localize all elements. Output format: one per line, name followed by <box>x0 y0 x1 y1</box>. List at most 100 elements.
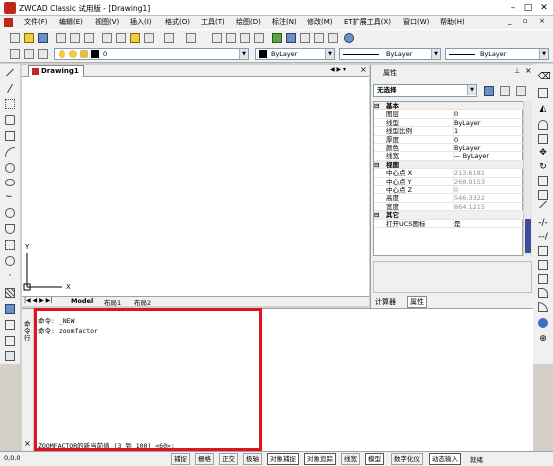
quick-select-icon[interactable] <box>516 86 526 96</box>
lineweight-dropdown[interactable]: ByLayer ▼ <box>445 48 549 60</box>
calculator-icon[interactable] <box>328 33 338 43</box>
pan-icon[interactable] <box>212 33 222 43</box>
print-icon[interactable] <box>56 33 66 43</box>
mirror-icon[interactable]: ◭ <box>538 104 548 114</box>
status-model[interactable]: 模型 <box>365 453 384 465</box>
cloud-icon[interactable] <box>5 208 15 218</box>
property-row[interactable]: 线宽 — ByLayer <box>374 152 524 161</box>
command-close-icon[interactable]: × <box>24 439 31 448</box>
polyline-icon[interactable] <box>5 99 15 109</box>
stretch-icon[interactable] <box>538 190 548 200</box>
property-value[interactable]: 1 <box>454 127 458 135</box>
copy-object-icon[interactable] <box>538 88 548 98</box>
lengthen-icon[interactable] <box>539 200 547 209</box>
menu-draw[interactable]: 绘图(D) <box>236 17 261 27</box>
menu-tools[interactable]: 工具(T) <box>201 17 225 27</box>
collapse-icon[interactable]: ⊟ <box>374 211 379 219</box>
tool-palettes-icon[interactable] <box>300 33 310 43</box>
property-category[interactable]: ⊟ 基本 <box>374 102 524 111</box>
tab-model[interactable]: Model <box>71 297 93 305</box>
tab-close-icon[interactable]: × <box>360 65 367 74</box>
menu-insert[interactable]: 插入(I) <box>130 17 152 27</box>
linetype-dropdown[interactable]: ByLayer ▼ <box>339 48 441 60</box>
menu-format[interactable]: 格式(O) <box>165 17 190 27</box>
layout-nav-arrows-icon[interactable]: |◀ ◀ ▶ ▶| <box>24 297 52 304</box>
xline-icon[interactable] <box>7 83 13 94</box>
property-value[interactable]: 0 <box>454 110 458 118</box>
property-row[interactable]: 线型比例 1 <box>374 127 524 136</box>
status-ortho[interactable]: 正交 <box>219 453 238 465</box>
undo-icon[interactable] <box>164 33 174 43</box>
join-icon[interactable] <box>538 274 548 284</box>
doc-restore-button[interactable]: ▫ <box>523 17 528 25</box>
trim-icon[interactable]: -/- <box>538 218 548 228</box>
drawing-canvas[interactable]: Y X <box>22 77 369 296</box>
status-dynamic-input[interactable]: 动态输入 <box>429 453 461 465</box>
property-row[interactable]: 宽度 864.1215 <box>374 202 524 212</box>
command-prompt[interactable]: ZOOMFACTOR的新当前值 (3 到 100) <60>: <box>38 440 175 450</box>
rotate-icon[interactable]: ↻ <box>538 162 548 172</box>
menu-file[interactable]: 文件(F) <box>24 17 48 27</box>
pin-icon[interactable]: ⊥ <box>514 67 520 75</box>
spline-icon[interactable]: ∼ <box>5 192 15 202</box>
gradient-icon[interactable] <box>5 304 15 314</box>
status-tablet[interactable]: 数字化仪 <box>391 453 423 465</box>
property-value[interactable]: 213.6181 <box>454 169 485 177</box>
extend-icon[interactable]: --/ <box>538 232 548 242</box>
property-value[interactable]: 864.1215 <box>454 203 485 211</box>
arc-icon[interactable] <box>5 147 15 157</box>
measure-icon[interactable]: ⊕ <box>538 334 548 344</box>
property-row[interactable]: 厚度 0 <box>374 135 524 144</box>
property-category[interactable]: ⊟ 其它 <box>374 211 524 220</box>
break-icon[interactable] <box>538 260 548 270</box>
paste-icon[interactable] <box>130 33 140 43</box>
toggle-pickadd-icon[interactable] <box>484 86 494 96</box>
property-row[interactable]: 高度 546.3322 <box>374 194 524 203</box>
status-polar[interactable]: 极轴 <box>243 453 262 465</box>
tab-drawing1[interactable]: Drawing1 <box>28 65 84 77</box>
close-button[interactable]: ✕ <box>537 2 551 14</box>
collapse-icon[interactable]: ⊟ <box>374 102 379 110</box>
array-icon[interactable] <box>538 134 548 144</box>
publish-icon[interactable] <box>84 33 94 43</box>
property-row[interactable]: 图层 0 <box>374 110 524 119</box>
status-snap[interactable]: 捕捉 <box>171 453 190 465</box>
help-icon[interactable] <box>344 33 354 43</box>
tab-properties[interactable]: 属性 <box>407 296 427 308</box>
property-row[interactable]: 中心点 X 213.6181 <box>374 169 524 178</box>
erase-icon[interactable]: ⌫ <box>538 72 551 82</box>
cut-icon[interactable] <box>102 33 112 43</box>
property-row[interactable]: 中心点 Y 268.9153 <box>374 177 524 186</box>
ellipse-arc-icon[interactable] <box>5 224 15 234</box>
select-objects-icon[interactable] <box>500 86 510 96</box>
point-icon[interactable]: · <box>5 272 15 282</box>
region-icon[interactable] <box>5 320 15 330</box>
menu-help[interactable]: 帮助(H) <box>440 17 465 27</box>
property-value[interactable]: 0 <box>454 186 458 194</box>
property-value[interactable]: — ByLayer <box>454 152 489 160</box>
properties-icon[interactable] <box>272 33 282 43</box>
command-window[interactable]: 命令行 × 命令: _NEW 命令: zoomfactor ZOOMFACTOR… <box>22 308 533 452</box>
match-properties-icon[interactable] <box>144 33 154 43</box>
minimize-button[interactable]: – <box>506 2 520 14</box>
property-scrollbar[interactable] <box>523 101 532 256</box>
property-value[interactable]: 546.3322 <box>454 194 485 202</box>
property-value[interactable]: 是 <box>454 220 461 228</box>
layer-dropdown[interactable]: 0 ▼ <box>54 48 249 60</box>
tab-scroll-arrows-icon[interactable]: ◀ ▶ ▾ <box>330 66 346 73</box>
rectangle-icon[interactable] <box>5 131 15 141</box>
status-osnap[interactable]: 对象捕捉 <box>267 453 299 465</box>
layer-state-icon[interactable] <box>24 49 34 59</box>
property-value[interactable]: 268.9153 <box>454 178 485 186</box>
new-icon[interactable] <box>10 33 20 43</box>
chamfer-icon[interactable] <box>538 288 548 298</box>
open-icon[interactable] <box>24 33 34 43</box>
scrollbar-thumb[interactable] <box>525 219 531 253</box>
circle-icon[interactable] <box>5 163 15 173</box>
hatch-icon[interactable] <box>5 288 15 298</box>
polygon-icon[interactable] <box>5 115 15 125</box>
doc-close-button[interactable]: × <box>539 17 545 25</box>
property-value[interactable]: ByLayer <box>454 119 480 127</box>
status-otrack[interactable]: 对象追踪 <box>304 453 336 465</box>
mtext-icon[interactable] <box>5 351 15 361</box>
